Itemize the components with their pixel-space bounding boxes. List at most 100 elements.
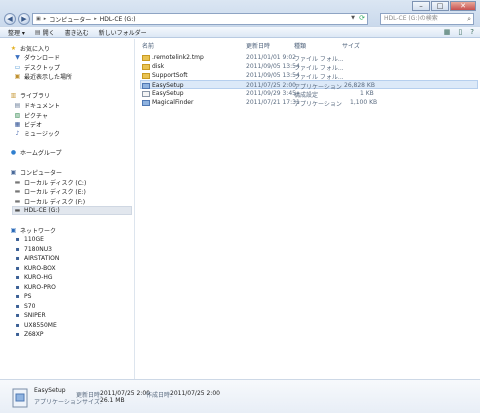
nav-computer-header[interactable]: ▣ コンピューター [10, 168, 62, 177]
nav-homegroup[interactable]: ● ホームグループ [10, 148, 62, 157]
minimize-button[interactable]: – [412, 1, 430, 11]
nav-item-drive-f[interactable]: ▬ ローカル ディスク (F:) [14, 197, 85, 206]
maximize-button[interactable]: □ [431, 1, 449, 11]
details-pane: EasySetup 更新日時: 2011/07/25 2:00 作成日時: 20… [0, 379, 480, 413]
nav-label: ローカル ディスク (C:) [24, 180, 87, 187]
nav-label: PS [24, 293, 32, 300]
nav-item-drive-g[interactable]: ▬ HDL-CE (G:) [12, 206, 132, 215]
nav-label: ダウンロード [24, 55, 61, 62]
application-icon [12, 388, 28, 408]
computer-icon: ▣ [10, 169, 17, 176]
nav-item-network[interactable]: ▪ KURO-HG [14, 273, 52, 282]
file-row[interactable]: MagicalFinder 2011/07/21 17:31 アプリケーション … [140, 98, 478, 108]
forward-arrow-icon: ▶ [21, 15, 27, 23]
back-arrow-icon: ◀ [7, 15, 13, 23]
nav-item-pictures[interactable]: ▧ ピクチャ [14, 111, 48, 120]
column-header-size[interactable]: サイズ [342, 41, 360, 50]
star-icon: ★ [10, 45, 17, 52]
help-icon[interactable]: ? [470, 28, 474, 36]
file-date: 2011/07/21 17:31 [246, 99, 300, 106]
column-header-type[interactable]: 種類 [294, 41, 306, 50]
file-row[interactable]: .remotelink2.tmp 2011/01/01 9:02 ファイル フォ… [140, 53, 478, 63]
nav-item-network[interactable]: ▪ KURO-BOX [14, 264, 56, 273]
organize-button[interactable]: 整理 ▾ [8, 28, 25, 37]
nav-item-recent-places[interactable]: ▣ 最近表示した場所 [14, 72, 72, 81]
preview-pane-icon[interactable]: ▯ [458, 28, 462, 36]
breadcrumb-computer[interactable]: コンピューター [49, 15, 91, 24]
nav-item-network[interactable]: ▪ S70 [14, 302, 35, 311]
application-icon [142, 99, 150, 106]
file-name-text: .remotelink2.tmp [152, 54, 204, 61]
file-row[interactable]: disk 2011/09/05 13:54 ファイル フォル... [140, 62, 478, 72]
nav-label: S70 [24, 303, 36, 310]
nav-item-drive-c[interactable]: ▬ ローカル ディスク (C:) [14, 178, 87, 187]
address-bar[interactable]: ▣ ▸ コンピューター ▸ HDL-CE (G:) ▼ ⟳ [32, 13, 368, 25]
file-row-selected[interactable]: EasySetup 2011/07/25 2:00 アプリケーション 26,82… [140, 80, 478, 91]
nav-item-videos[interactable]: ▦ ビデオ [14, 120, 42, 129]
nav-item-network[interactable]: ▪ UX8550ME [14, 321, 56, 330]
nav-label: コンピューター [20, 170, 63, 177]
file-name: disk [142, 63, 164, 70]
config-file-icon [142, 90, 150, 97]
column-header-date[interactable]: 更新日時 [246, 41, 270, 50]
nav-item-network[interactable]: ▪ Z68XP [14, 330, 43, 339]
breadcrumb-drive[interactable]: HDL-CE (G:) [100, 16, 136, 23]
network-computer-icon: ▪ [15, 255, 20, 262]
network-icon: ▣ [10, 227, 17, 234]
address-dropdown-icon[interactable]: ▼ [351, 15, 355, 21]
open-label: 開く [42, 29, 55, 37]
details-created-value: 2011/07/25 2:00 [170, 390, 220, 397]
nav-libraries-header[interactable]: ▥ ライブラリ [10, 91, 50, 100]
nav-favorites-header[interactable]: ★ お気に入り [10, 44, 50, 53]
folder-icon [142, 54, 150, 61]
nav-item-downloads[interactable]: ▼ ダウンロード [14, 53, 60, 62]
new-folder-label: 新しいフォルダー [98, 29, 147, 37]
file-name-text: SupportSoft [152, 72, 188, 79]
file-name: MagicalFinder [142, 99, 193, 106]
network-computer-icon: ▪ [15, 331, 20, 338]
nav-label: お気に入り [20, 46, 51, 53]
library-icon: ▥ [10, 92, 17, 99]
pictures-icon: ▧ [14, 112, 21, 119]
nav-label: KURO-PRO [24, 284, 56, 291]
file-row[interactable]: SupportSoft 2011/09/05 13:54 ファイル フォル... [140, 71, 478, 81]
nav-item-network[interactable]: ▪ 110GE [14, 235, 43, 244]
nav-item-desktop[interactable]: ▭ デスクトップ [14, 63, 60, 72]
desktop-icon: ▭ [14, 64, 21, 71]
file-size: 1 KB [360, 90, 374, 97]
nav-item-drive-e[interactable]: ▬ ローカル ディスク (E:) [14, 187, 86, 196]
nav-label: KURO-BOX [24, 265, 56, 272]
file-row[interactable]: EasySetup 2011/09/29 3:45 構成設定 1 KB [140, 89, 478, 99]
folder-icon [142, 72, 150, 79]
nav-item-music[interactable]: ♪ ミュージック [14, 129, 60, 138]
burn-label: 書き込む [64, 29, 89, 37]
burn-button[interactable]: 書き込む [65, 28, 89, 37]
network-drive-icon: ▬ [14, 207, 21, 214]
details-created-label: 作成日時: [146, 392, 173, 399]
column-header-name[interactable]: 名前 [142, 41, 154, 50]
nav-item-documents[interactable]: ▤ ドキュメント [14, 101, 60, 110]
view-options-icon[interactable]: ▦ [444, 28, 451, 36]
back-button[interactable]: ◀ [4, 13, 16, 25]
file-date: 2011/09/29 3:45 [246, 90, 296, 97]
nav-item-network[interactable]: ▪ KURO-PRO [14, 283, 56, 292]
forward-button[interactable]: ▶ [18, 13, 30, 25]
nav-network-header[interactable]: ▣ ネットワーク [10, 226, 56, 235]
close-button[interactable]: ✕ [450, 1, 476, 11]
videos-icon: ▦ [14, 121, 21, 128]
file-name-text: disk [152, 63, 165, 70]
hard-drive-icon: ▬ [14, 188, 21, 195]
network-computer-icon: ▪ [15, 246, 20, 253]
details-size-label: サイズ: [82, 399, 102, 406]
nav-item-network[interactable]: ▪ PS [14, 292, 31, 301]
nav-item-network[interactable]: ▪ 7180NU3 [14, 245, 52, 254]
nav-item-network[interactable]: ▪ SNIPER [14, 311, 45, 320]
open-button[interactable]: ▤ 開く [35, 28, 55, 37]
search-input[interactable]: HDL-CE (G:)の検索 ⌕ [380, 13, 474, 25]
nav-label: HDL-CE (G:) [24, 207, 60, 214]
refresh-icon[interactable]: ⟳ [359, 14, 365, 22]
nav-label: ホームグループ [20, 150, 62, 157]
new-folder-button[interactable]: 新しいフォルダー [99, 28, 147, 37]
nav-label: 7180NU3 [24, 246, 52, 253]
nav-item-network[interactable]: ▪ AIRSTATION [14, 254, 59, 263]
